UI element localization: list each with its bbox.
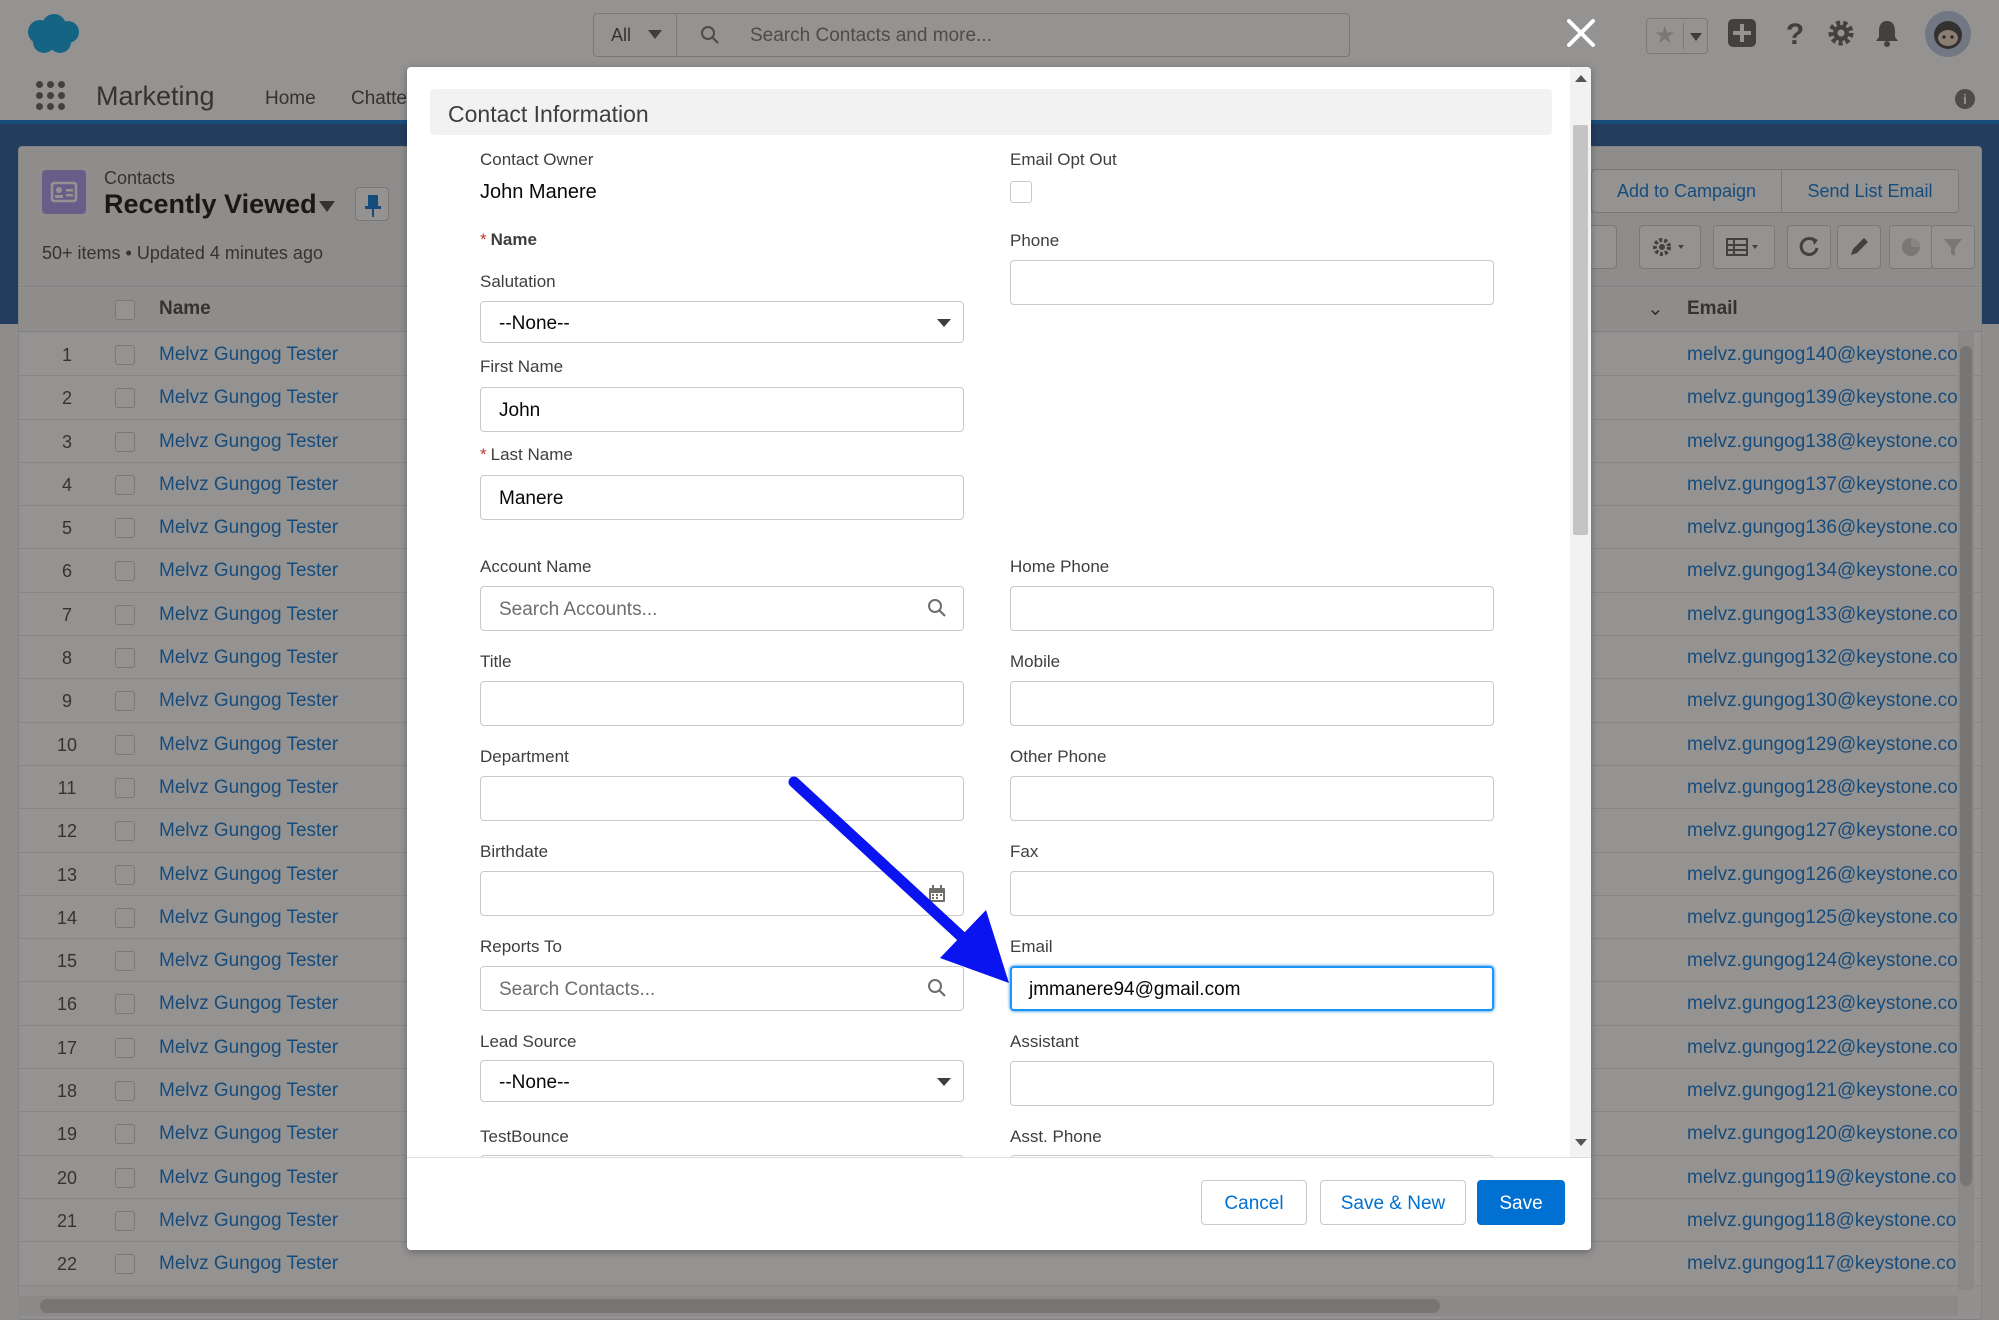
annotation-arrow-icon <box>788 776 1009 983</box>
phone-label: Phone <box>1010 231 1060 250</box>
contact-owner-value: John Manere <box>480 181 597 203</box>
email-field[interactable]: jmmanere94@gmail.com <box>1010 966 1494 1011</box>
title-label: Title <box>480 652 512 671</box>
email-opt-out-checkbox[interactable] <box>1010 181 1032 203</box>
close-icon[interactable] <box>1562 14 1600 52</box>
last-name-label: * Last Name <box>480 445 573 465</box>
last-name-field[interactable]: Manere <box>480 475 964 520</box>
section-header[interactable]: Contact Information <box>430 89 1552 135</box>
assistant-field[interactable] <box>1010 1061 1494 1106</box>
chevron-down-icon <box>937 319 951 327</box>
contact-owner-label: Contact Owner <box>480 150 594 169</box>
home-phone-label: Home Phone <box>1010 557 1110 576</box>
chevron-down-icon <box>937 1078 951 1086</box>
cancel-button[interactable]: Cancel <box>1201 1180 1307 1225</box>
first-name-field[interactable]: John <box>480 387 964 432</box>
lead-source-value: --None-- <box>499 1072 570 1093</box>
name-label: * Name <box>480 230 537 250</box>
mobile-field[interactable] <box>1010 681 1494 726</box>
salutation-value: --None-- <box>499 313 570 334</box>
mobile-label: Mobile <box>1010 652 1061 671</box>
home-phone-field[interactable] <box>1010 586 1494 631</box>
account-name-label: Account Name <box>480 557 592 576</box>
account-name-lookup[interactable]: Search Accounts... <box>480 586 964 631</box>
scroll-up-arrow-icon[interactable] <box>1575 75 1587 82</box>
required-mark: * <box>480 230 487 249</box>
lead-source-select[interactable]: --None-- <box>480 1060 964 1102</box>
salutation-label: Salutation <box>480 272 556 291</box>
reports-to-label: Reports To <box>480 937 562 956</box>
salutation-select[interactable]: --None-- <box>480 301 964 343</box>
section-title: Contact Information <box>448 101 649 127</box>
scroll-down-arrow-icon[interactable] <box>1575 1139 1587 1146</box>
new-contact-modal: Contact Information Contact Owner John M… <box>407 67 1591 1250</box>
save-button[interactable]: Save <box>1477 1180 1565 1225</box>
scrollbar-thumb[interactable] <box>1573 125 1588 535</box>
fax-field[interactable] <box>1010 871 1494 916</box>
save-and-new-button[interactable]: Save & New <box>1320 1180 1466 1225</box>
required-mark: * <box>480 445 487 464</box>
other-phone-label: Other Phone <box>1010 747 1107 766</box>
other-phone-field[interactable] <box>1010 776 1494 821</box>
search-icon <box>928 599 946 617</box>
asst-phone-label: Asst. Phone <box>1010 1127 1102 1146</box>
modal-scrollbar[interactable] <box>1570 67 1591 1157</box>
assistant-label: Assistant <box>1010 1032 1079 1051</box>
phone-field[interactable] <box>1010 260 1494 305</box>
department-label: Department <box>480 747 569 766</box>
first-name-label: First Name <box>480 357 564 376</box>
email-opt-out-label: Email Opt Out <box>1010 150 1117 169</box>
test-bounce-label: TestBounce <box>480 1127 569 1146</box>
birthdate-label: Birthdate <box>480 842 549 861</box>
title-field[interactable] <box>480 681 964 726</box>
last-name-label-text: Last Name <box>490 445 573 464</box>
name-label-text: Name <box>490 230 537 249</box>
modal-footer: Cancel Save & New Save <box>407 1157 1591 1250</box>
lead-source-label: Lead Source <box>480 1032 577 1051</box>
